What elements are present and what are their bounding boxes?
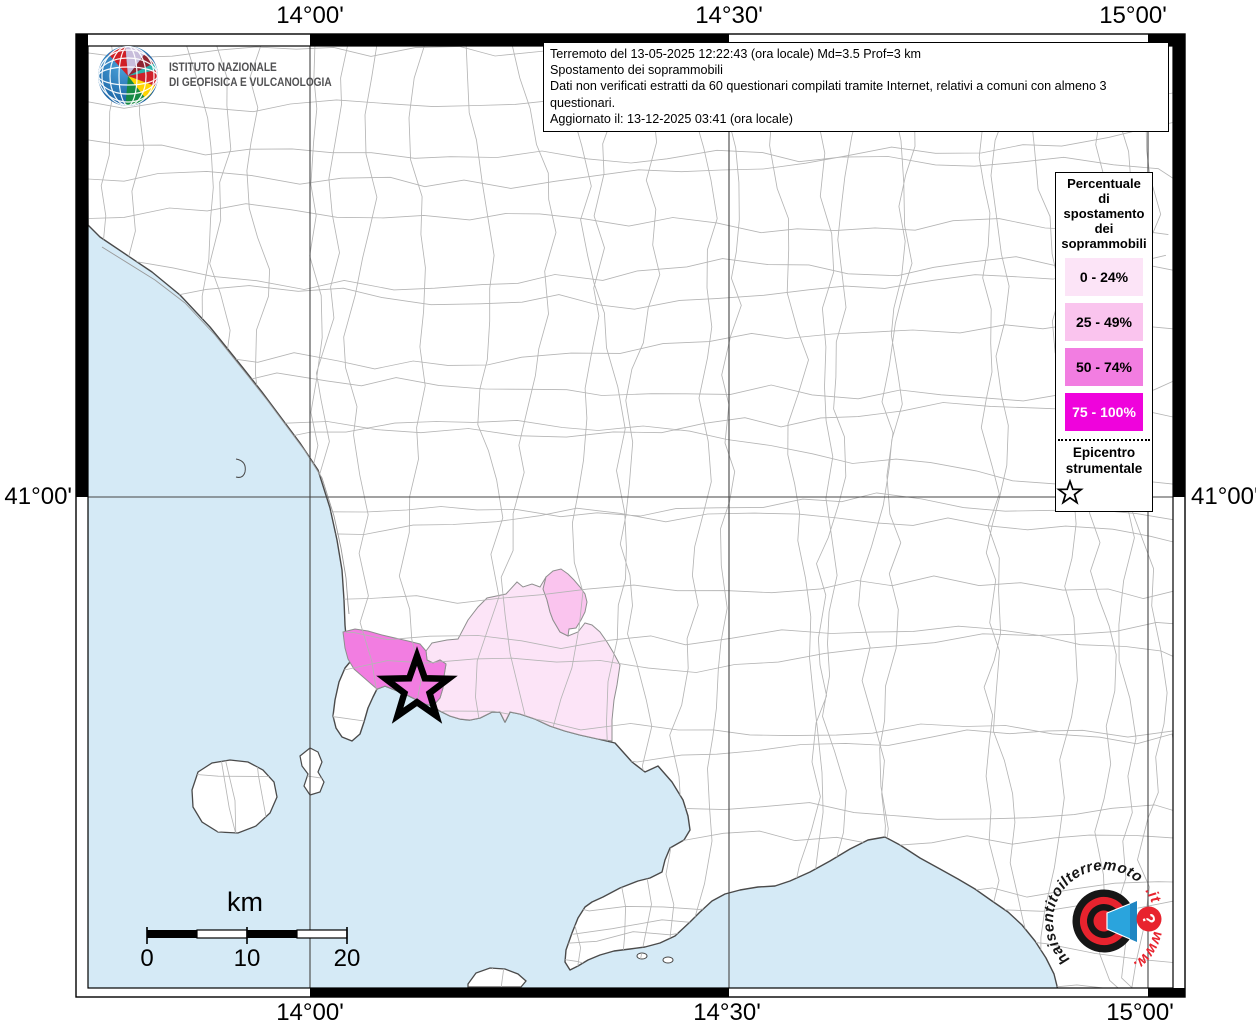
info-line-updated: Aggiornato il: 13-12-2025 03:41 (ora loc…	[550, 111, 793, 126]
legend-title-line: soprammobili	[1061, 236, 1147, 251]
base-map	[75, 33, 1186, 998]
scale-tick-10: 10	[233, 945, 261, 972]
ingv-globe-icon	[98, 46, 158, 106]
islet-li-galli-1	[636, 952, 648, 960]
legend-epicenter-line1: Epicentro	[1072, 445, 1136, 460]
coord-bottom-14-30: 14°30'	[693, 999, 761, 1024]
coord-top-15-00: 15°00'	[1099, 2, 1167, 29]
legend-title-line: dei	[1094, 221, 1114, 236]
legend-swatch-0-24: 0 - 24%	[1065, 258, 1143, 296]
islet-li-galli-2	[662, 956, 674, 964]
legend-title: Percentuale di spostamento dei soprammob…	[1056, 173, 1152, 251]
earthquake-info-box: Terremoto del 13-05-2025 12:22:43 (ora l…	[543, 42, 1169, 133]
ingv-logo-block: ISTITUTO NAZIONALE DI GEOFISICA E VULCAN…	[96, 44, 354, 108]
coord-top-14-00: 14°00'	[276, 2, 344, 29]
coord-top-14-30: 14°30'	[695, 2, 763, 29]
legend-separator	[1058, 439, 1150, 441]
ingv-name-line1: ISTITUTO NAZIONALE	[169, 62, 277, 74]
coord-bottom-15-00: 15°00'	[1106, 999, 1174, 1024]
legend-swatch-75-100: 75 - 100%	[1065, 393, 1143, 431]
info-line-metric: Spostamento dei soprammobili	[550, 63, 723, 78]
legend-star-icon	[1056, 479, 1084, 505]
coord-bottom-14-00: 14°00'	[276, 999, 344, 1024]
legend-title-line: di	[1098, 191, 1110, 206]
ingv-name-line2: DI GEOFISICA E VULCANOLOGIA	[169, 77, 332, 89]
coord-right-41-00: 41°00'	[1191, 483, 1256, 510]
coord-left-41-00: 41°00'	[4, 483, 72, 510]
legend-swatch-50-74: 50 - 74%	[1065, 348, 1143, 386]
legend-epicenter-line2: strumentale	[1065, 461, 1143, 476]
info-line-source: Dati non verificati estratti da 60 quest…	[550, 79, 1107, 110]
legend-box: Percentuale di spostamento dei soprammob…	[1055, 172, 1153, 512]
map-figure: 14°00' 14°30' 15°00' 14°00' 14°30' 15°00…	[0, 0, 1256, 1024]
legend-title-line: spostamento	[1063, 206, 1145, 221]
scale-tick-0: 0	[140, 945, 154, 972]
scale-unit-label: km	[227, 887, 263, 917]
scale-tick-20: 20	[333, 945, 361, 972]
legend-swatch-25-49: 25 - 49%	[1065, 303, 1143, 341]
info-line-event: Terremoto del 13-05-2025 12:22:43 (ora l…	[550, 47, 922, 61]
legend-title-line: Percentuale	[1067, 176, 1141, 191]
